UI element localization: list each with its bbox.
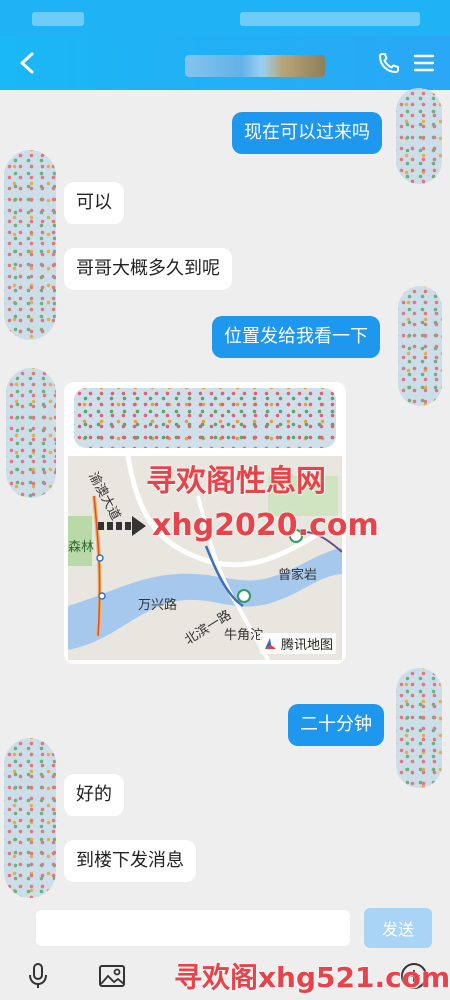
map-station-label: 曾家岩 (278, 568, 318, 583)
menu-icon (413, 54, 435, 72)
watermark-arrow-icon (98, 514, 148, 542)
map-road-label: 万兴路 (138, 598, 178, 613)
status-bar (0, 0, 450, 36)
contact-name-blurred (185, 55, 325, 77)
photo-button[interactable] (96, 960, 128, 992)
status-time-blurred (32, 12, 84, 26)
compass-icon (264, 637, 276, 649)
back-button[interactable] (10, 46, 44, 80)
contact-avatar-blurred (6, 368, 56, 498)
location-address-blurred (74, 388, 336, 448)
self-avatar-blurred (396, 88, 442, 184)
input-toolbar: 寻欢阁xhg521.com (0, 952, 450, 1000)
watermark-text: 寻欢阁性息网 (146, 464, 326, 499)
contact-avatar-blurred (4, 738, 56, 898)
self-avatar-blurred (398, 286, 442, 406)
message-bubble-contact[interactable]: 到楼下发消息 (64, 840, 196, 882)
message-input[interactable] (36, 910, 350, 946)
more-menu-button[interactable] (410, 48, 438, 78)
message-bubble-contact[interactable]: 好的 (64, 774, 124, 816)
send-button[interactable]: 发送 (364, 908, 432, 948)
message-bubble-contact[interactable]: 哥哥大概多久到呢 (64, 248, 232, 290)
phone-icon (379, 53, 399, 73)
contact-avatar-blurred (4, 150, 56, 340)
map-provider-name: 腾讯地图 (280, 638, 333, 653)
chat-header (0, 36, 450, 90)
status-icons-blurred (240, 12, 420, 26)
self-avatar-blurred (396, 668, 442, 788)
message-bubble-self[interactable]: 现在可以过来吗 (232, 112, 382, 154)
microphone-icon (29, 963, 47, 988)
map-provider-badge: 腾讯地图 (259, 633, 336, 654)
message-bubble-self[interactable]: 位置发给我看一下 (212, 316, 380, 358)
call-button[interactable] (374, 48, 404, 78)
message-bubble-contact[interactable]: 可以 (64, 182, 124, 224)
voice-button[interactable] (22, 960, 54, 992)
footer-watermark: 寻欢阁xhg521.com (174, 961, 450, 994)
message-composer: 发送 (0, 904, 450, 952)
image-icon (99, 965, 125, 987)
map-station-label: 牛角沱 (224, 628, 264, 643)
watermark-url: xhg2020.com (152, 508, 379, 543)
map-area-label: 森林 (68, 540, 95, 555)
chevron-left-icon (20, 52, 34, 74)
message-bubble-self[interactable]: 二十分钟 (288, 704, 384, 746)
